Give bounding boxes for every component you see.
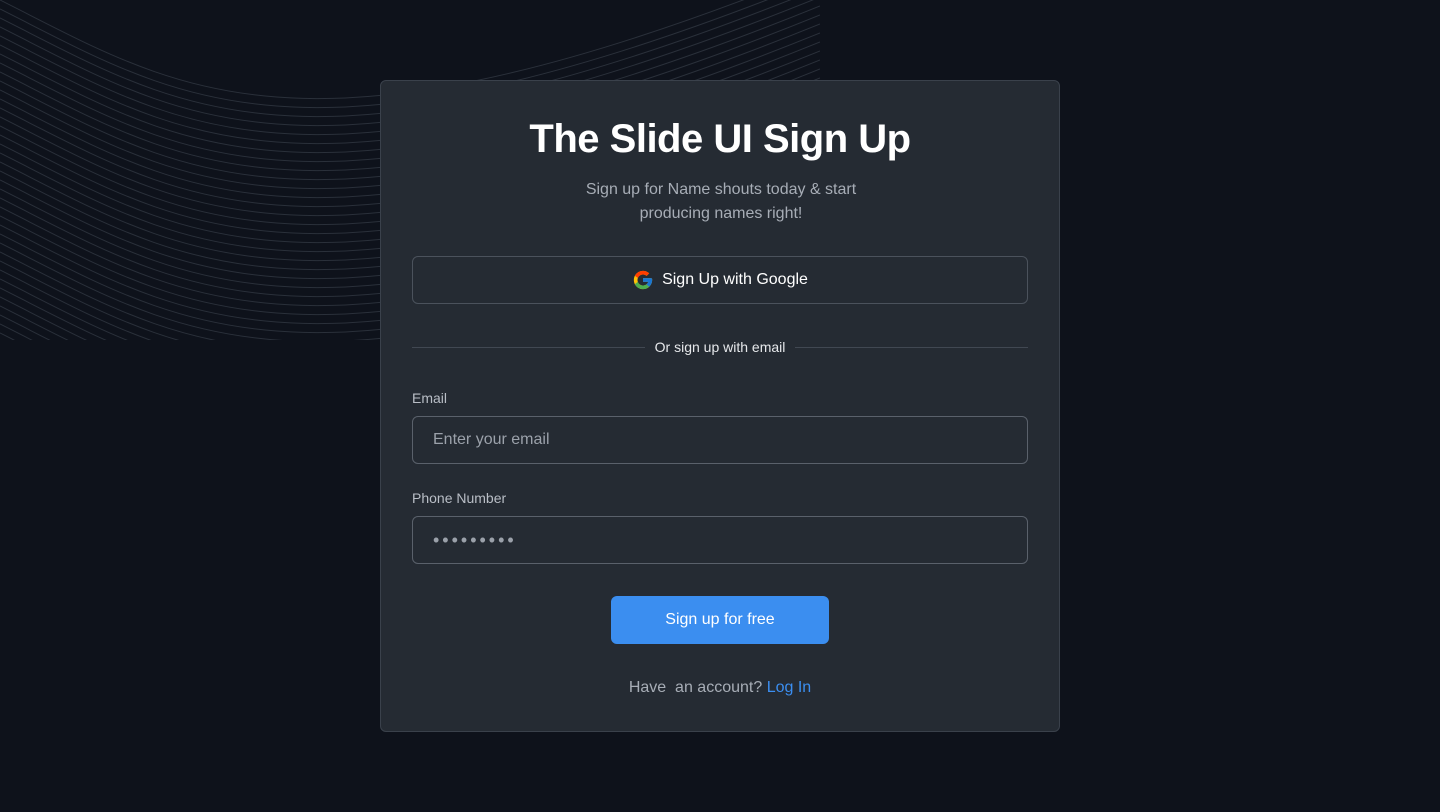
divider-text: Or sign up with email <box>654 339 786 355</box>
divider-line-right <box>795 346 1028 348</box>
phone-label: Phone Number <box>412 490 507 506</box>
signup-card: The Slide UI Sign Up Sign up for Name sh… <box>380 80 1060 732</box>
google-signup-button[interactable]: Sign Up with Google <box>412 256 1028 304</box>
google-icon <box>633 270 653 290</box>
or-divider: Or sign up with email <box>412 337 1028 357</box>
phone-masked-value: ••••••••• <box>433 529 517 550</box>
divider-line-left <box>412 346 645 348</box>
login-prompt: Have an account? Log In <box>381 679 1059 697</box>
login-link[interactable]: Log In <box>767 679 811 696</box>
page-title: The Slide UI Sign Up <box>529 117 911 161</box>
page-subtitle: Sign up for Name shouts today & start pr… <box>585 181 857 222</box>
email-field[interactable] <box>412 416 1028 464</box>
google-button-label: Sign Up with Google <box>662 271 808 288</box>
phone-field[interactable]: ••••••••• <box>412 516 1028 564</box>
signup-submit-button[interactable]: Sign up for free <box>611 596 829 644</box>
email-label: Email <box>412 390 448 406</box>
login-prompt-text: Have an account? <box>628 679 767 696</box>
